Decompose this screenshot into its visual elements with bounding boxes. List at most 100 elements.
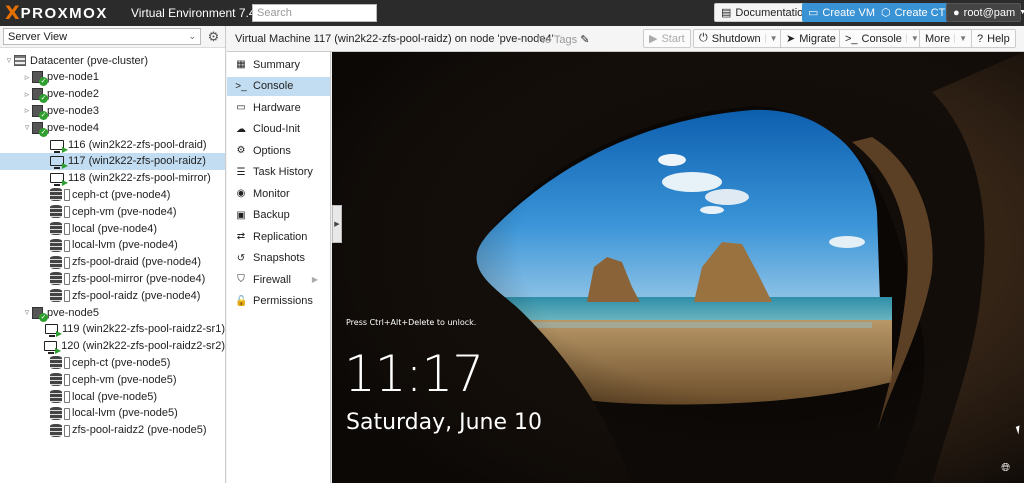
create-vm-button[interactable]: ▭ Create VM — [802, 3, 881, 22]
tree-storage-item[interactable]: zfs-pool-draid (pve-node4) — [0, 254, 225, 271]
storage-icon — [50, 390, 70, 403]
menu-item-permissions[interactable]: 🔓 Permissions — [227, 292, 330, 311]
tree-vm-item[interactable]: 120 (win2k22-zfs-pool-raidz2-sr2) — [0, 338, 225, 355]
tree-storage-item[interactable]: zfs-pool-raidz2 (pve-node5) — [0, 422, 225, 439]
menu-item-snapshots[interactable]: ↺ Snapshots — [227, 249, 330, 268]
tree-storage-item[interactable]: ceph-vm (pve-node4) — [0, 203, 225, 220]
tree-storage-item[interactable]: local-lvm (pve-node5) — [0, 405, 225, 422]
menu-item-icon: ⛉ — [237, 274, 245, 285]
tree-vm-item[interactable]: 119 (win2k22-zfs-pool-raidz2-sr1) — [0, 321, 225, 338]
gear-icon[interactable]: ⚙ — [205, 28, 222, 45]
console-button[interactable]: >_ Console ▼ — [839, 29, 925, 48]
node-online-icon — [32, 121, 48, 137]
expanded-icon[interactable]: ▿ — [22, 307, 32, 318]
tree-node-item[interactable]: ▿ pve-node4 — [0, 119, 225, 137]
menu-item-hardware[interactable]: ▭ Hardware — [227, 98, 330, 117]
tree-item-label: Datacenter (pve-cluster) — [30, 54, 148, 67]
tree-vm-item[interactable]: 118 (win2k22-zfs-pool-mirror) — [0, 170, 225, 187]
vm-running-icon — [45, 324, 62, 338]
menu-item-cloud-init[interactable]: ☁ Cloud-Init — [227, 120, 330, 139]
console-view[interactable]: Press Ctrl+Alt+Delete to unlock. 11:17 S… — [332, 52, 1024, 483]
expanded-icon[interactable]: ▿ — [4, 55, 14, 66]
start-button[interactable]: ▶ Start — [643, 29, 691, 48]
collapse-handle[interactable]: ▶ — [332, 205, 342, 243]
tree-vm-item[interactable]: 117 (win2k22-zfs-pool-raidz) — [0, 152, 225, 170]
menu-item-icon: 🔓 — [235, 295, 248, 307]
tree-item-label: 118 (win2k22-zfs-pool-mirror) — [68, 172, 211, 185]
version-label: Virtual Environment 7.4-3 — [131, 6, 267, 20]
unlock-hint: Press Ctrl+Alt+Delete to unlock. — [346, 318, 477, 327]
menu-item-monitor[interactable]: ◉ Monitor — [227, 184, 330, 203]
menu-item-icon: ↺ — [236, 252, 246, 264]
tree-storage-item[interactable]: local (pve-node4) — [0, 220, 225, 237]
menu-item-icon: ☁ — [236, 123, 246, 135]
tree-item-label: pve-node1 — [47, 71, 99, 84]
migrate-button[interactable]: ➤ Migrate — [780, 29, 842, 48]
collapsed-icon[interactable]: ▹ — [22, 89, 32, 100]
server-rack-icon — [14, 55, 26, 66]
tags-field[interactable]: No Tags ✎ — [537, 33, 589, 46]
chevron-down-icon[interactable]: ▼ — [954, 34, 967, 43]
tree-vm-item[interactable]: 116 (win2k22-zfs-pool-draid) — [0, 136, 225, 154]
tree-item-label: 119 (win2k22-zfs-pool-raidz2-sr1) — [61, 323, 225, 336]
chevron-down-icon[interactable]: ▼ — [905, 34, 919, 43]
tree-storage-item[interactable]: local-lvm (pve-node4) — [0, 237, 225, 254]
menu-item-label: Hardware — [253, 101, 301, 114]
menu-item-firewall[interactable]: ⛉ Firewall ▶ — [227, 270, 330, 289]
storage-icon — [50, 238, 70, 252]
tree-storage-item[interactable]: local (pve-node5) — [0, 388, 225, 405]
menu-item-replication[interactable]: ⇄ Replication — [227, 227, 330, 246]
menu-item-backup[interactable]: ▣ Backup — [227, 206, 330, 225]
network-icon[interactable]: 🌐︎ — [1001, 462, 1010, 475]
tree-node-item[interactable]: ▿ pve-node5 — [0, 304, 225, 322]
pencil-icon[interactable]: ✎ — [580, 34, 589, 46]
menu-item-label: Backup — [253, 209, 290, 221]
tree-item-label: ceph-ct (pve-node5) — [72, 356, 171, 369]
menu-item-summary[interactable]: ▦ Summary — [227, 55, 330, 74]
documentation-label: Documentation — [735, 6, 810, 19]
proxmox-logo: X PROXMOX — [5, 3, 108, 23]
storage-icon — [50, 289, 70, 303]
menu-item-label: Summary — [253, 58, 301, 71]
menu-item-label: Options — [253, 144, 291, 157]
collapsed-icon[interactable]: ▹ — [22, 72, 32, 83]
menu-item-icon: ☰ — [236, 166, 246, 178]
vm-header: Virtual Machine 117 (win2k22-zfs-pool-ra… — [227, 26, 1024, 52]
help-label: Help — [987, 32, 1010, 45]
book-icon: ▤ — [721, 7, 732, 19]
view-bar: Server View ⌄ ⚙ — [0, 26, 225, 48]
tree-node-item[interactable]: ▹ pve-node1 — [0, 69, 225, 87]
menu-item-options[interactable]: ⚙ Options — [227, 141, 330, 160]
tree-item-label: ceph-ct (pve-node4) — [72, 188, 171, 201]
create-vm-label: Create VM — [822, 6, 875, 19]
tree-storage-item[interactable]: zfs-pool-mirror (pve-node4) — [0, 270, 225, 287]
search-input[interactable] — [252, 4, 377, 22]
tree-storage-item[interactable]: ceph-ct (pve-node4) — [0, 186, 225, 203]
expanded-icon[interactable]: ▿ — [22, 122, 32, 133]
tree-node-item[interactable]: ▹ pve-node2 — [0, 86, 225, 104]
storage-icon — [50, 373, 70, 387]
menu-item-icon: ▦ — [236, 59, 246, 70]
chevron-right-icon: ▶ — [311, 275, 318, 284]
view-select[interactable]: Server View ⌄ — [3, 28, 201, 45]
chevron-down-icon[interactable]: ▼ — [764, 34, 778, 43]
tree-node-item[interactable]: ▹ pve-node3 — [0, 102, 225, 120]
more-button[interactable]: More ▼ — [919, 29, 973, 48]
tree-storage-item[interactable]: zfs-pool-raidz (pve-node4) — [0, 287, 225, 304]
vm-title: Virtual Machine 117 (win2k22-zfs-pool-ra… — [235, 33, 554, 45]
terminal-icon: >_ — [845, 32, 858, 45]
tree-item-label: zfs-pool-draid (pve-node4) — [72, 256, 202, 269]
tree-datacenter-item[interactable]: ▿ Datacenter (pve-cluster) — [0, 52, 225, 69]
help-button[interactable]: ? Help — [971, 29, 1016, 48]
resource-tree: Server View ⌄ ⚙ ▿ Datacenter (pve-cluster… — [0, 26, 226, 483]
tree-storage-item[interactable]: ceph-vm (pve-node5) — [0, 371, 225, 388]
tree-item-label: 117 (win2k22-zfs-pool-raidz) — [68, 155, 206, 168]
menu-item-label: Firewall — [253, 273, 291, 286]
shutdown-button[interactable]: ⏻ Shutdown ▼ — [693, 29, 784, 48]
create-ct-button[interactable]: ⬡ Create CT — [875, 3, 952, 22]
menu-item-console[interactable]: >_ Console — [227, 76, 330, 96]
collapsed-icon[interactable]: ▹ — [22, 105, 32, 116]
user-menu-button[interactable]: ● root@pam ▼ — [946, 3, 1024, 22]
menu-item-task-history[interactable]: ☰ Task History — [227, 163, 330, 182]
tree-storage-item[interactable]: ceph-ct (pve-node5) — [0, 354, 225, 371]
